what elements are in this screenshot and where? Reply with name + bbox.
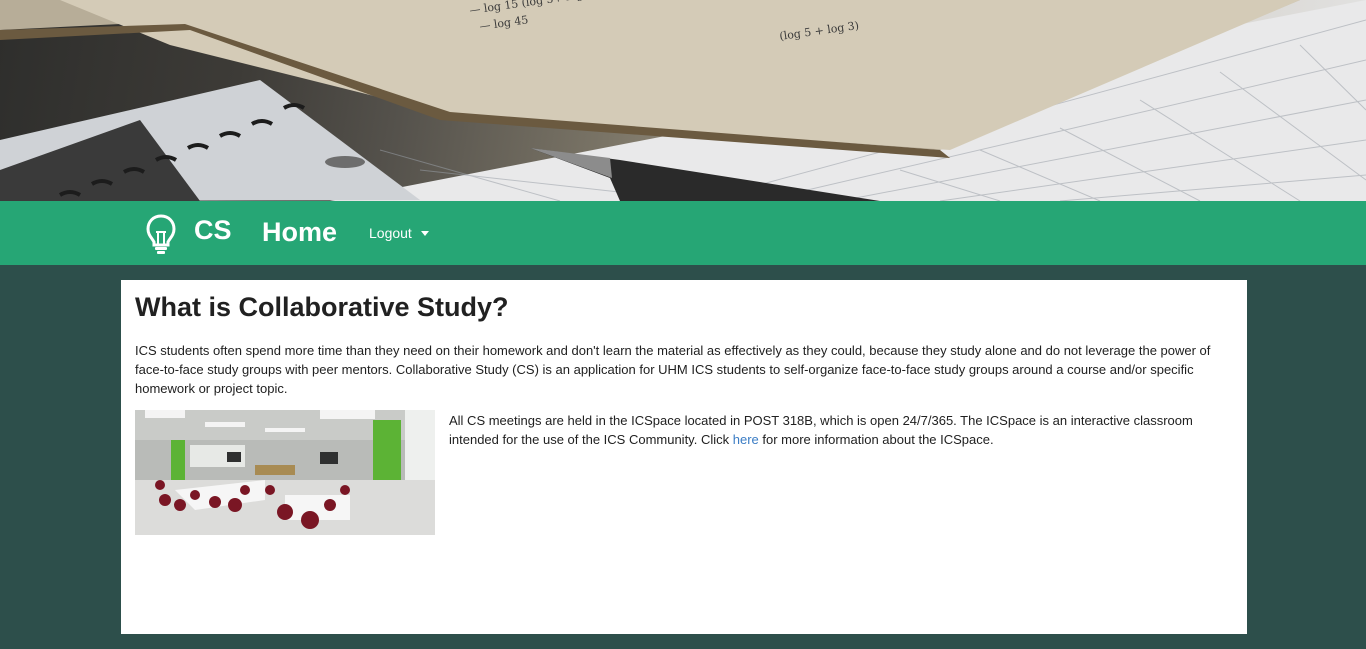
icspace-photo — [135, 410, 435, 535]
intro-paragraph: ICS students often spend more time than … — [135, 343, 1211, 396]
logout-label: Logout — [369, 225, 412, 241]
header-banner-image: — log 15 (log 5+ log 3) — log 45 (log 5 … — [0, 0, 1366, 201]
logout-dropdown[interactable]: Logout — [369, 225, 429, 241]
caret-down-icon — [420, 231, 429, 236]
page-title: What is Collaborative Study? — [135, 292, 509, 322]
content-card: What is Collaborative Study? ICS student… — [121, 280, 1247, 634]
icspace-text-after: for more information about the ICSpace. — [758, 432, 994, 447]
nav-home-link[interactable]: Home — [262, 217, 337, 248]
top-navbar: CS Home Logout — [0, 201, 1366, 265]
brand-name[interactable]: CS — [194, 215, 232, 246]
lightbulb-icon[interactable] — [146, 214, 176, 254]
icspace-info-link[interactable]: here — [733, 432, 759, 447]
icspace-paragraph: All CS meetings are held in the ICSpace … — [449, 411, 1229, 449]
